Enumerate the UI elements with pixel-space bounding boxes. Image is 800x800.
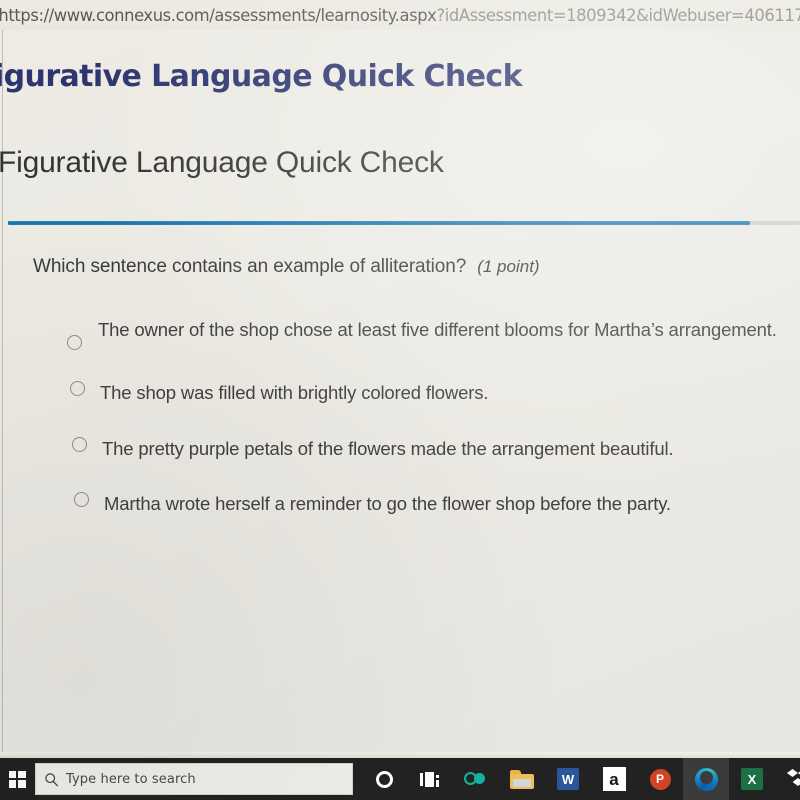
amazon-icon: a (602, 767, 626, 791)
powerpoint-icon: P (649, 768, 671, 790)
amazon-button[interactable]: a (591, 758, 637, 800)
answer-option[interactable]: The pretty purple petals of the flowers … (60, 434, 800, 463)
dropbox-button[interactable] (775, 758, 800, 800)
taskbar-icon-strip: W a P X (361, 758, 800, 800)
dropbox-icon (787, 769, 800, 789)
powerpoint-button[interactable]: P (637, 758, 683, 800)
cortana-button[interactable] (361, 758, 407, 800)
start-button[interactable] (0, 758, 34, 800)
url-prefix: https://www.connexus.com/assessments/lea… (0, 5, 437, 25)
cortana-icon (375, 770, 393, 788)
word-button[interactable]: W (545, 758, 591, 800)
search-placeholder-text: Type here to search (66, 771, 196, 787)
question-points: (1 point) (477, 257, 540, 276)
radio-button-icon[interactable] (72, 437, 87, 452)
site-heading: igurative Language Quick Check (0, 59, 523, 94)
windows-logo-icon (8, 770, 26, 788)
title-divider (0, 221, 800, 226)
answer-option[interactable]: The owner of the shop chose at least fiv… (60, 315, 800, 350)
answer-option-label: The owner of the shop chose at least fiv… (98, 319, 777, 340)
answer-option[interactable]: The shop was filled with brightly colore… (60, 378, 800, 407)
page-left-edge (2, 30, 3, 758)
edge-button[interactable] (683, 758, 729, 800)
address-bar-url[interactable]: https://www.connexus.com/assessments/lea… (0, 6, 800, 25)
answer-option-label: The pretty purple petals of the flowers … (102, 438, 674, 459)
divider-grey-rule (750, 221, 800, 225)
question-text: Which sentence contains an example of al… (33, 256, 467, 277)
url-query: ?idAssessment=1809342&idWebuser=4061173&… (436, 5, 800, 25)
taskbar-search-input[interactable]: Type here to search (35, 763, 353, 795)
word-icon: W (557, 768, 579, 790)
file-explorer-button[interactable] (499, 758, 545, 800)
divider-blue-rule (8, 221, 750, 225)
radio-button-icon[interactable] (67, 335, 82, 350)
infinity-app-icon (464, 772, 488, 786)
answer-option-label: The shop was filled with brightly colore… (100, 382, 489, 403)
infinity-app-button[interactable] (453, 758, 499, 800)
search-icon (36, 772, 66, 787)
windows-taskbar: Type here to search W a P X (0, 758, 800, 800)
task-view-button[interactable] (407, 758, 453, 800)
file-explorer-icon (510, 769, 534, 789)
excel-icon: X (741, 768, 763, 790)
radio-button-icon[interactable] (70, 381, 85, 396)
page-title: Figurative Language Quick Check (0, 146, 444, 179)
browser-address-bar[interactable]: https://www.connexus.com/assessments/lea… (0, 0, 800, 30)
question-block: Which sentence contains an example of al… (33, 256, 540, 278)
task-view-icon (420, 771, 440, 787)
excel-button[interactable]: X (729, 758, 775, 800)
answer-options-list: The owner of the shop chose at least fiv… (60, 315, 800, 518)
answer-option-label: Martha wrote herself a reminder to go th… (104, 493, 671, 514)
answer-option[interactable]: Martha wrote herself a reminder to go th… (60, 489, 800, 518)
radio-button-icon[interactable] (74, 492, 89, 507)
screenshot-root: https://www.connexus.com/assessments/lea… (0, 0, 800, 800)
edge-icon (694, 767, 718, 791)
